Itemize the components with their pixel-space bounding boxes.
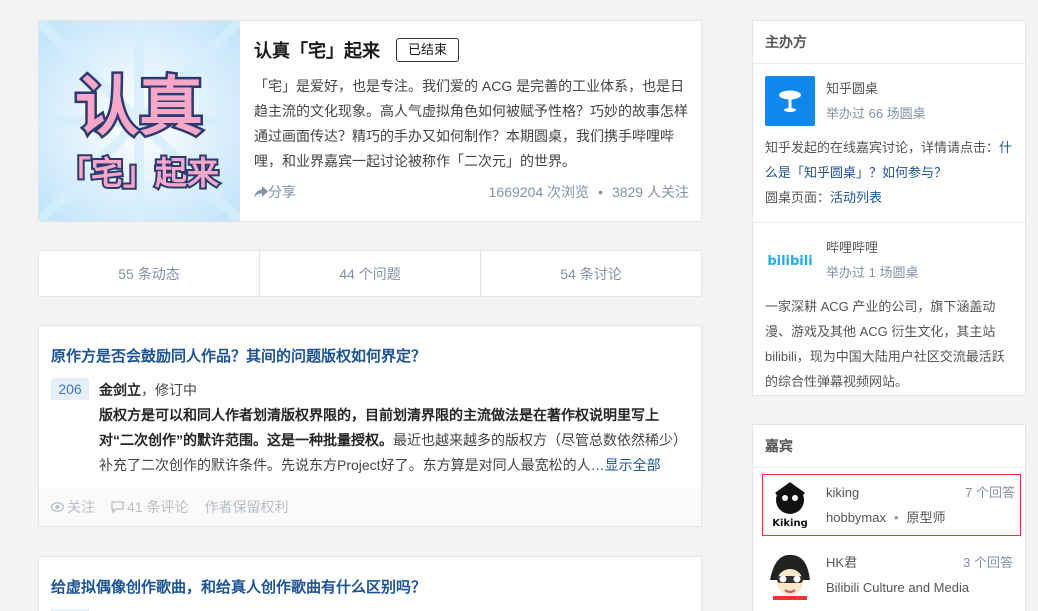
author-headline: ，修订中	[141, 382, 197, 398]
tab-activities[interactable]: 55 条动态	[39, 251, 260, 296]
organizer-description: 一家深耕 ACG 产业的公司，旗下涵盖动漫、游戏及其他 ACG 衍生文化，其主站…	[765, 299, 1005, 389]
upvote-count[interactable]: 206	[51, 378, 89, 400]
organizer-item: 知乎圆桌 举办过 66 场圆桌 知乎发起的在线嘉宾讨论，详情请点击：什么是「知乎…	[753, 64, 1025, 222]
roundtable-description: 「宅」是爱好，也是专注。我们爱的 ACG 是完善的工业体系，也是日趋主流的文化现…	[254, 78, 688, 169]
svg-text:bilibili: bilibili	[767, 254, 812, 269]
guest-item-kiking[interactable]: Kiking kiking 7 个回答 hobbymax • 原型师	[762, 474, 1021, 536]
organizer-count: 举办过 66 场圆桌	[826, 106, 926, 121]
bilibili-logo[interactable]: bilibili	[765, 235, 815, 285]
answer-author[interactable]: 金剑立	[99, 382, 141, 398]
organizer-heading: 主办方	[753, 21, 1025, 64]
tab-questions[interactable]: 44 个问题	[260, 251, 481, 296]
answer-summary: 金剑立，修订中 版权方是可以和同人作者划清版权界限的，目前划清界限的主流做法是在…	[99, 378, 689, 478]
show-all-link[interactable]: 显示全部	[605, 457, 661, 473]
guest-name: kiking	[826, 485, 860, 500]
comments-button[interactable]: 41 条评论	[111, 497, 188, 517]
guests-heading: 嘉宾	[753, 425, 1025, 468]
question-actions: 关注 41 条评论 作者保留权利	[39, 488, 701, 526]
share-arrow-icon	[254, 186, 268, 198]
cover-title-line1: 认真	[75, 71, 203, 145]
follower-count: 3829 人关注	[611, 184, 689, 200]
organizer-count: 举办过 1 场圆桌	[826, 265, 919, 280]
roundtable-cover-image: 认真 「宅」起来	[39, 21, 240, 221]
share-label: 分享	[268, 184, 296, 200]
organizer-item: bilibili 哔哩哔哩 举办过 1 场圆桌 一家深耕 ACG 产业的公司，旗…	[753, 223, 1025, 406]
organizer-name[interactable]: 哔哩哔哩	[826, 235, 918, 260]
guest-org: Bilibili Culture and Media	[826, 580, 970, 595]
bilibili-logo-icon: bilibili	[767, 254, 812, 269]
roundtable-header-card: 认真 「宅」起来 认真「宅」起来 已结束 「宅」是爱好，也是专注。我们爱的 AC…	[38, 20, 702, 222]
status-badge: 已结束	[396, 38, 460, 62]
organizer-panel: 主办方 知乎圆桌 举办过 66 场圆桌 知乎发起的在线嘉宾讨论，详情请点击：什么…	[752, 20, 1026, 396]
avatar: Kiking	[765, 480, 815, 530]
follow-button[interactable]: 关注	[51, 497, 95, 517]
roundtable-title: 认真「宅」起来	[254, 41, 380, 61]
answer-count: 3 个回答	[963, 555, 1013, 570]
zhihu-roundtable-logo[interactable]	[765, 76, 815, 126]
question-title[interactable]: 原作方是否会鼓励同人作品？其间的问题版权如何界定？	[51, 345, 426, 366]
answer-count: 7 个回答	[965, 485, 1015, 500]
guests-panel: 嘉宾 Kiking kiking 7 个回答 hobbymax • 原型师 HK…	[752, 424, 1026, 611]
view-count: 1669204 次浏览	[488, 184, 590, 200]
round-table-icon	[779, 90, 801, 112]
question-card: 给虚拟偶像创作歌曲，和给真人创作歌曲有什么区别吗？	[38, 556, 702, 611]
guest-item-hk[interactable]: HK君 3 个回答 Bilibili Culture and Media	[753, 544, 1025, 606]
question-card: 原作方是否会鼓励同人作品？其间的问题版权如何界定？ 206 金剑立，修订中 版权…	[38, 325, 702, 527]
guest-name: HK君	[826, 555, 858, 570]
svg-text:Kiking: Kiking	[772, 518, 808, 529]
share-button[interactable]: 分享	[254, 182, 296, 202]
guest-title: 原型师	[906, 510, 946, 525]
copyright-label: 作者保留权利	[204, 499, 289, 515]
follow-label: 关注	[67, 499, 95, 515]
organizer-description: 知乎发起的在线嘉宾讨论，详情请点击：什么是「知乎圆桌」？如何参与？ 圆桌页面：活动…	[765, 140, 1013, 205]
organizer-name[interactable]: 知乎圆桌	[826, 76, 926, 101]
avatar	[765, 550, 815, 600]
eye-icon	[51, 502, 64, 512]
guest-org: hobbymax	[826, 510, 886, 525]
comment-icon	[111, 501, 124, 513]
roundtable-stats: 1669204 次浏览 • 3829 人关注	[488, 184, 689, 200]
question-title[interactable]: 给虚拟偶像创作歌曲，和给真人创作歌曲有什么区别吗？	[51, 576, 426, 597]
comments-label: 41 条评论	[127, 499, 189, 515]
cover-title-line2: 「宅」起来	[59, 154, 219, 192]
tab-discussions[interactable]: 54 条讨论	[481, 251, 701, 296]
activity-list-link[interactable]: 活动列表	[830, 190, 882, 205]
roundtable-tabs: 55 条动态 44 个问题 54 条讨论	[38, 250, 702, 297]
